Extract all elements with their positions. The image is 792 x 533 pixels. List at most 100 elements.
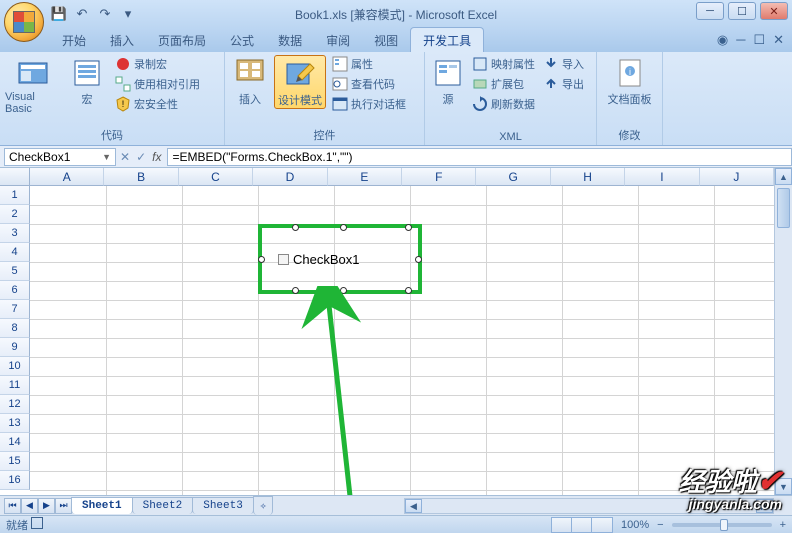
export-button[interactable]: 导出 (541, 75, 586, 93)
page-break-view-button[interactable] (592, 518, 612, 532)
redo-icon[interactable]: ↷ (96, 5, 114, 23)
column-header[interactable]: J (700, 168, 774, 186)
qat-dropdown-icon[interactable]: ▾ (119, 5, 137, 23)
scroll-right-icon[interactable]: ▶ (756, 499, 773, 513)
column-header[interactable]: I (625, 168, 699, 186)
checkbox-control[interactable]: CheckBox1 (258, 224, 422, 294)
row-header[interactable]: 7 (0, 300, 30, 319)
zoom-slider[interactable] (672, 523, 772, 527)
vertical-scrollbar[interactable]: ▲ ▼ (774, 168, 792, 495)
tab-pagelayout[interactable]: 页面布局 (146, 28, 218, 52)
row-header[interactable]: 9 (0, 338, 30, 357)
enter-formula-icon[interactable]: ✓ (136, 150, 146, 164)
tab-formulas[interactable]: 公式 (218, 28, 266, 52)
name-box[interactable]: CheckBox1▼ (4, 148, 116, 166)
office-button[interactable] (4, 2, 44, 42)
row-header[interactable]: 1 (0, 186, 30, 205)
column-header[interactable]: E (328, 168, 402, 186)
scroll-thumb[interactable] (777, 188, 790, 228)
view-code-button[interactable]: 查看代码 (330, 75, 408, 93)
document-panel-button[interactable]: i 文档面板 (602, 55, 657, 107)
ribbon-close-icon[interactable]: ✕ (773, 32, 784, 48)
run-dialog-button[interactable]: 执行对话框 (330, 95, 408, 113)
select-all-corner[interactable] (0, 168, 30, 186)
macros-button[interactable]: 宏 (65, 55, 109, 107)
new-sheet-button[interactable]: ✧ (253, 496, 274, 515)
tab-home[interactable]: 开始 (50, 28, 98, 52)
scroll-down-icon[interactable]: ▼ (775, 478, 792, 495)
column-header[interactable]: F (402, 168, 476, 186)
column-header[interactable]: B (104, 168, 178, 186)
column-headers: ABCDEFGHIJ (30, 168, 774, 186)
cells-area[interactable]: CheckBox1 (30, 186, 774, 495)
row-header[interactable]: 11 (0, 376, 30, 395)
tab-nav-next[interactable]: ▶ (38, 498, 55, 514)
normal-view-button[interactable] (552, 518, 572, 532)
column-header[interactable]: A (30, 168, 104, 186)
tab-nav-last[interactable]: ⏭ (55, 498, 72, 514)
security-icon: ! (115, 96, 131, 112)
row-header[interactable]: 3 (0, 224, 30, 243)
visual-basic-button[interactable]: Visual Basic (5, 55, 61, 115)
minimize-button[interactable]: ─ (696, 2, 724, 20)
help-icon[interactable]: ◉ (717, 32, 728, 48)
map-properties-button[interactable]: 映射属性 (470, 55, 537, 73)
record-macro-button[interactable]: 录制宏 (113, 55, 202, 73)
row-header[interactable]: 8 (0, 319, 30, 338)
fx-icon[interactable]: fx (152, 150, 161, 164)
row-header[interactable]: 2 (0, 205, 30, 224)
horizontal-scrollbar[interactable]: ◀ ▶ (404, 498, 774, 514)
column-header[interactable]: D (253, 168, 327, 186)
row-header[interactable]: 4 (0, 243, 30, 262)
xml-source-button[interactable]: 源 (430, 55, 466, 107)
zoom-out-button[interactable]: − (657, 519, 663, 531)
tab-developer[interactable]: 开发工具 (410, 27, 484, 52)
window-title: Book1.xls [兼容模式] - Microsoft Excel (295, 6, 497, 23)
refresh-data-button[interactable]: 刷新数据 (470, 95, 537, 113)
tab-nav-first[interactable]: ⏮ (4, 498, 21, 514)
column-header[interactable]: H (551, 168, 625, 186)
row-header[interactable]: 15 (0, 452, 30, 471)
scroll-up-icon[interactable]: ▲ (775, 168, 792, 185)
zoom-in-button[interactable]: + (780, 519, 786, 531)
insert-control-button[interactable]: 插入 (230, 55, 270, 107)
ribbon-restore-icon[interactable]: ☐ (753, 32, 765, 48)
properties-button[interactable]: 属性 (330, 55, 408, 73)
sheet-tab-2[interactable]: Sheet2 (132, 497, 194, 514)
tab-view[interactable]: 视图 (362, 28, 410, 52)
sheet-tab-3[interactable]: Sheet3 (192, 497, 254, 514)
ribbon-minimize-icon[interactable]: ─ (736, 32, 745, 48)
undo-icon[interactable]: ↶ (73, 5, 91, 23)
sheet-tab-1[interactable]: Sheet1 (71, 497, 133, 514)
use-relative-button[interactable]: 使用相对引用 (113, 75, 202, 93)
zoom-thumb[interactable] (720, 519, 728, 531)
tab-nav-prev[interactable]: ◀ (21, 498, 38, 514)
column-header[interactable]: C (179, 168, 253, 186)
save-icon[interactable]: 💾 (50, 5, 68, 23)
row-header[interactable]: 5 (0, 262, 30, 281)
scroll-left-icon[interactable]: ◀ (405, 499, 422, 513)
macro-record-indicator-icon[interactable] (31, 517, 43, 529)
design-mode-button[interactable]: 设计模式 (274, 55, 326, 109)
close-button[interactable]: ✕ (760, 2, 788, 20)
map-prop-icon (472, 56, 488, 72)
import-button[interactable]: 导入 (541, 55, 586, 73)
formula-input[interactable]: =EMBED("Forms.CheckBox.1","") (167, 148, 792, 166)
tab-insert[interactable]: 插入 (98, 28, 146, 52)
expansion-pack-button[interactable]: 扩展包 (470, 75, 537, 93)
column-header[interactable]: G (476, 168, 550, 186)
tab-review[interactable]: 审阅 (314, 28, 362, 52)
zoom-level[interactable]: 100% (621, 519, 649, 531)
row-header[interactable]: 12 (0, 395, 30, 414)
row-header[interactable]: 16 (0, 471, 30, 490)
row-header[interactable]: 6 (0, 281, 30, 300)
page-layout-view-button[interactable] (572, 518, 592, 532)
row-header[interactable]: 10 (0, 357, 30, 376)
cancel-formula-icon[interactable]: ✕ (120, 150, 130, 164)
tab-data[interactable]: 数据 (266, 28, 314, 52)
maximize-button[interactable]: ☐ (728, 2, 756, 20)
row-header[interactable]: 13 (0, 414, 30, 433)
row-header[interactable]: 14 (0, 433, 30, 452)
expand-icon (472, 76, 488, 92)
macro-security-button[interactable]: !宏安全性 (113, 95, 202, 113)
